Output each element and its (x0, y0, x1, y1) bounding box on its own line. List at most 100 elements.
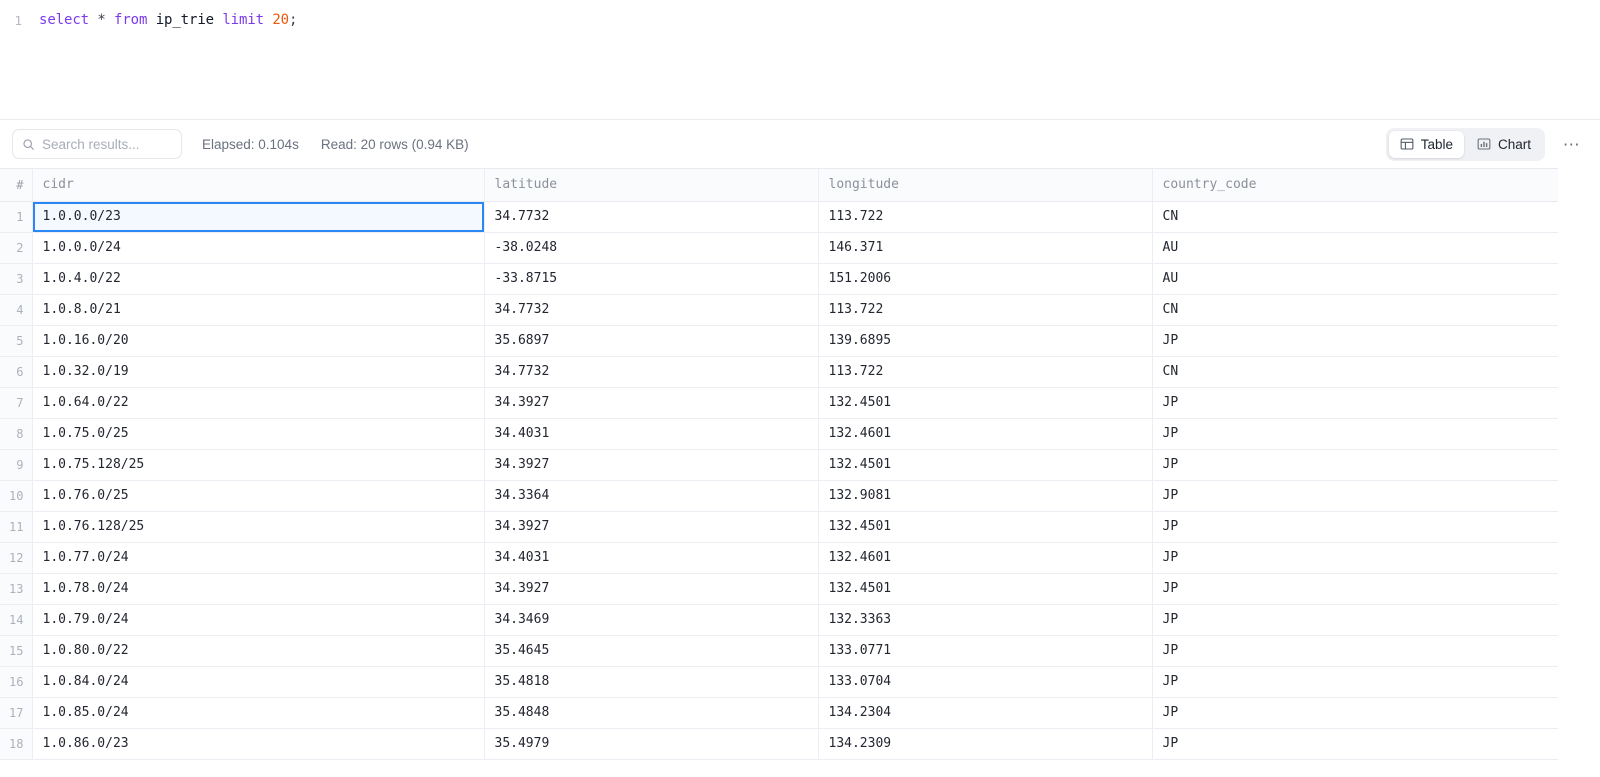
table-row[interactable]: 21.0.0.0/24-38.0248146.371AU (0, 232, 1558, 263)
cell-cidr[interactable]: 1.0.8.0/21 (32, 294, 484, 325)
table-row[interactable]: 141.0.79.0/2434.3469132.3363JP (0, 604, 1558, 635)
cell-latitude[interactable]: 34.4031 (484, 418, 818, 449)
cell-latitude[interactable]: 34.3927 (484, 511, 818, 542)
column-header-cidr[interactable]: cidr (32, 169, 484, 201)
cell-latitude[interactable]: 34.3927 (484, 387, 818, 418)
cell-latitude[interactable]: 34.7732 (484, 201, 818, 232)
cell-latitude[interactable]: 34.7732 (484, 356, 818, 387)
table-row[interactable]: 181.0.86.0/2335.4979134.2309JP (0, 728, 1558, 759)
cell-longitude[interactable]: 113.722 (818, 201, 1152, 232)
table-row[interactable]: 61.0.32.0/1934.7732113.722CN (0, 356, 1558, 387)
cell-country-code[interactable]: JP (1152, 666, 1558, 697)
cell-cidr[interactable]: 1.0.0.0/24 (32, 232, 484, 263)
cell-cidr[interactable]: 1.0.86.0/23 (32, 728, 484, 759)
table-row[interactable]: 121.0.77.0/2434.4031132.4601JP (0, 542, 1558, 573)
table-row[interactable]: 11.0.0.0/2334.7732113.722CN (0, 201, 1558, 232)
cell-longitude[interactable]: 132.4501 (818, 387, 1152, 418)
table-row[interactable]: 161.0.84.0/2435.4818133.0704JP (0, 666, 1558, 697)
editor-line-1[interactable]: 1 select * from ip_trie limit 20; (0, 0, 1600, 30)
table-row[interactable]: 131.0.78.0/2434.3927132.4501JP (0, 573, 1558, 604)
more-options-button[interactable]: ⋯ (1558, 130, 1586, 158)
cell-longitude[interactable]: 132.9081 (818, 480, 1152, 511)
cell-longitude[interactable]: 132.4501 (818, 511, 1152, 542)
cell-cidr[interactable]: 1.0.76.0/25 (32, 480, 484, 511)
table-row[interactable]: 171.0.85.0/2435.4848134.2304JP (0, 697, 1558, 728)
cell-longitude[interactable]: 139.6895 (818, 325, 1152, 356)
cell-longitude[interactable]: 132.3363 (818, 604, 1152, 635)
cell-longitude[interactable]: 151.2006 (818, 263, 1152, 294)
cell-longitude[interactable]: 132.4601 (818, 418, 1152, 449)
cell-latitude[interactable]: 35.6897 (484, 325, 818, 356)
column-header-latitude[interactable]: latitude (484, 169, 818, 201)
cell-cidr[interactable]: 1.0.75.0/25 (32, 418, 484, 449)
cell-latitude[interactable]: 35.4848 (484, 697, 818, 728)
table-row[interactable]: 51.0.16.0/2035.6897139.6895JP (0, 325, 1558, 356)
cell-country-code[interactable]: CN (1152, 356, 1558, 387)
cell-latitude[interactable]: 34.3469 (484, 604, 818, 635)
cell-latitude[interactable]: 34.3927 (484, 573, 818, 604)
cell-longitude[interactable]: 113.722 (818, 294, 1152, 325)
cell-country-code[interactable]: JP (1152, 573, 1558, 604)
cell-country-code[interactable]: JP (1152, 449, 1558, 480)
cell-cidr[interactable]: 1.0.16.0/20 (32, 325, 484, 356)
cell-longitude[interactable]: 134.2309 (818, 728, 1152, 759)
results-table-container[interactable]: # cidr latitude longitude country_code 1… (0, 168, 1558, 760)
cell-latitude[interactable]: 35.4818 (484, 666, 818, 697)
cell-cidr[interactable]: 1.0.76.128/25 (32, 511, 484, 542)
table-row[interactable]: 31.0.4.0/22-33.8715151.2006AU (0, 263, 1558, 294)
cell-cidr[interactable]: 1.0.79.0/24 (32, 604, 484, 635)
cell-cidr[interactable]: 1.0.4.0/22 (32, 263, 484, 294)
cell-cidr[interactable]: 1.0.84.0/24 (32, 666, 484, 697)
cell-country-code[interactable]: JP (1152, 697, 1558, 728)
cell-latitude[interactable]: -33.8715 (484, 263, 818, 294)
cell-cidr[interactable]: 1.0.78.0/24 (32, 573, 484, 604)
table-row[interactable]: 91.0.75.128/2534.3927132.4501JP (0, 449, 1558, 480)
cell-cidr[interactable]: 1.0.32.0/19 (32, 356, 484, 387)
table-row[interactable]: 111.0.76.128/2534.3927132.4501JP (0, 511, 1558, 542)
cell-latitude[interactable]: 34.3364 (484, 480, 818, 511)
cell-cidr-selected[interactable]: 1.0.0.0/23 (32, 201, 484, 232)
cell-country-code[interactable]: JP (1152, 418, 1558, 449)
cell-country-code[interactable]: JP (1152, 728, 1558, 759)
cell-country-code[interactable]: JP (1152, 542, 1558, 573)
tab-table[interactable]: Table (1389, 131, 1464, 158)
table-row[interactable]: 101.0.76.0/2534.3364132.9081JP (0, 480, 1558, 511)
table-row[interactable]: 41.0.8.0/2134.7732113.722CN (0, 294, 1558, 325)
cell-latitude[interactable]: 35.4645 (484, 635, 818, 666)
cell-country-code[interactable]: JP (1152, 635, 1558, 666)
cell-country-code[interactable]: CN (1152, 294, 1558, 325)
cell-latitude[interactable]: 34.3927 (484, 449, 818, 480)
cell-country-code[interactable]: CN (1152, 201, 1558, 232)
cell-country-code[interactable]: JP (1152, 325, 1558, 356)
cell-latitude[interactable]: 34.4031 (484, 542, 818, 573)
cell-country-code[interactable]: JP (1152, 511, 1558, 542)
sql-query-text[interactable]: select * from ip_trie limit 20; (30, 11, 297, 30)
cell-country-code[interactable]: AU (1152, 263, 1558, 294)
cell-longitude[interactable]: 134.2304 (818, 697, 1152, 728)
cell-longitude[interactable]: 113.722 (818, 356, 1152, 387)
column-header-country-code[interactable]: country_code (1152, 169, 1558, 201)
cell-country-code[interactable]: JP (1152, 387, 1558, 418)
search-input[interactable] (42, 137, 172, 152)
cell-cidr[interactable]: 1.0.75.128/25 (32, 449, 484, 480)
cell-longitude[interactable]: 132.4501 (818, 573, 1152, 604)
cell-country-code[interactable]: JP (1152, 604, 1558, 635)
cell-cidr[interactable]: 1.0.80.0/22 (32, 635, 484, 666)
cell-longitude[interactable]: 133.0704 (818, 666, 1152, 697)
cell-longitude[interactable]: 132.4501 (818, 449, 1152, 480)
cell-longitude[interactable]: 133.0771 (818, 635, 1152, 666)
table-row[interactable]: 81.0.75.0/2534.4031132.4601JP (0, 418, 1558, 449)
sql-editor[interactable]: 1 select * from ip_trie limit 20; (0, 0, 1600, 120)
cell-country-code[interactable]: JP (1152, 480, 1558, 511)
cell-latitude[interactable]: -38.0248 (484, 232, 818, 263)
cell-cidr[interactable]: 1.0.85.0/24 (32, 697, 484, 728)
cell-longitude[interactable]: 132.4601 (818, 542, 1152, 573)
table-row[interactable]: 151.0.80.0/2235.4645133.0771JP (0, 635, 1558, 666)
cell-latitude[interactable]: 35.4979 (484, 728, 818, 759)
column-header-longitude[interactable]: longitude (818, 169, 1152, 201)
cell-cidr[interactable]: 1.0.64.0/22 (32, 387, 484, 418)
cell-latitude[interactable]: 34.7732 (484, 294, 818, 325)
cell-country-code[interactable]: AU (1152, 232, 1558, 263)
search-results-box[interactable] (12, 129, 182, 159)
cell-cidr[interactable]: 1.0.77.0/24 (32, 542, 484, 573)
